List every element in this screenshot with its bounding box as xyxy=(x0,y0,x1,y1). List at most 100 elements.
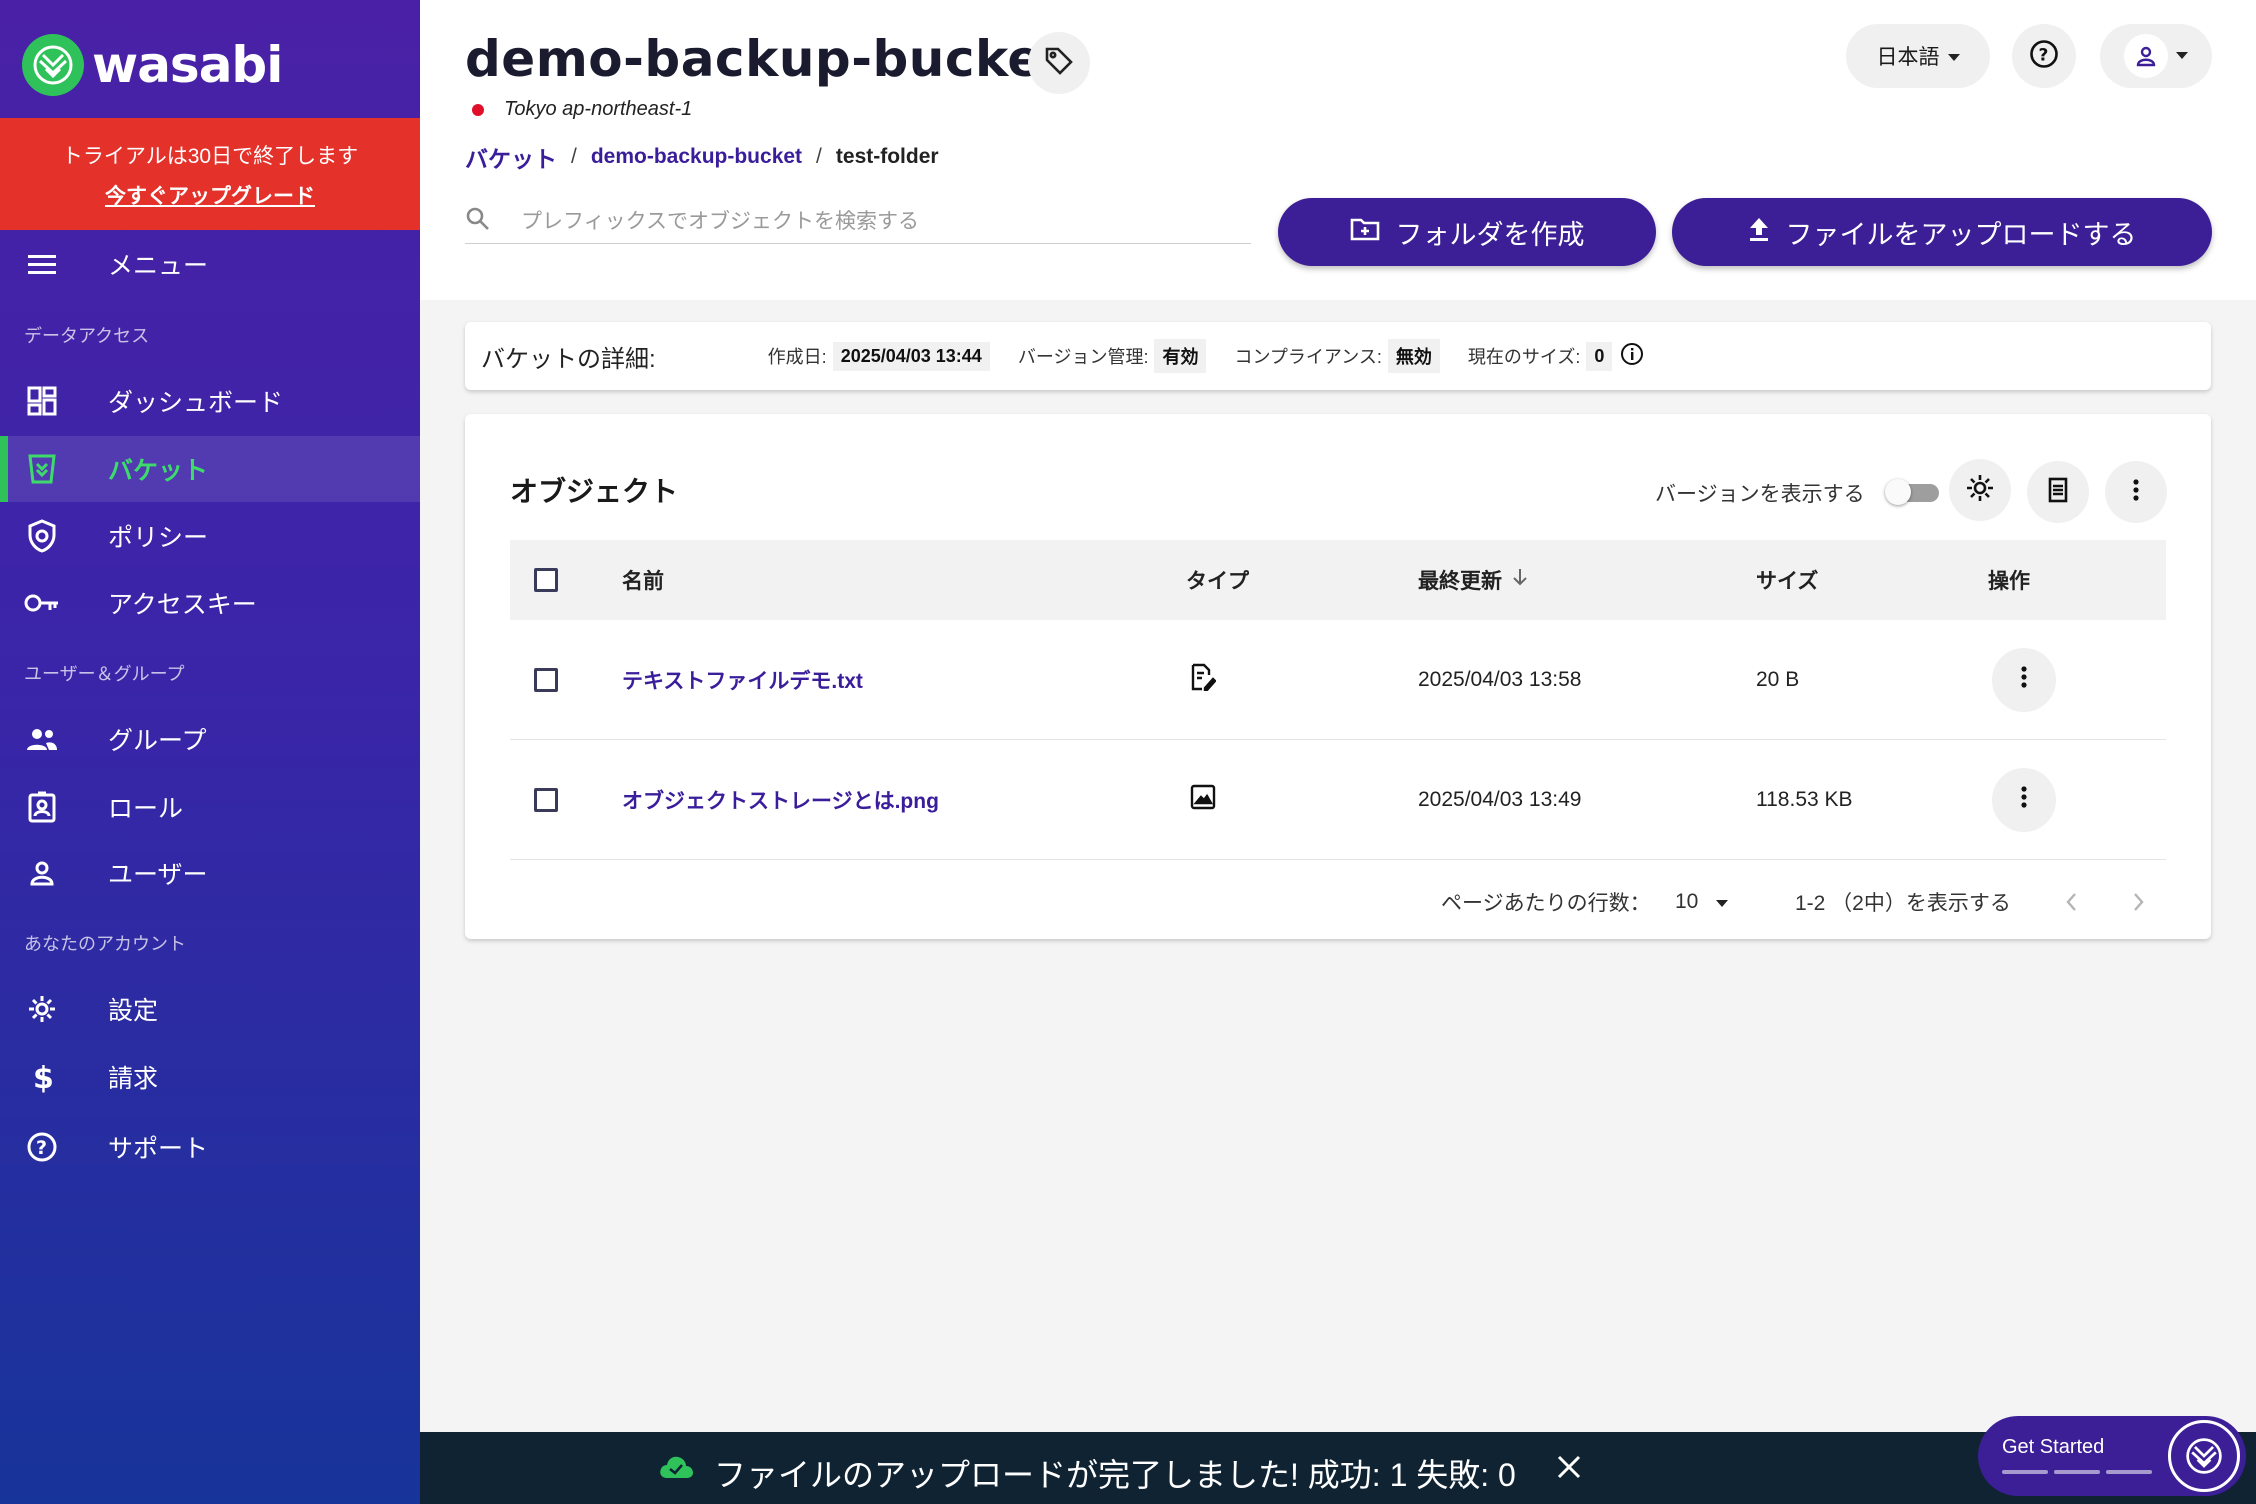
tag-button[interactable] xyxy=(1028,32,1090,94)
more-vertical-icon xyxy=(2133,478,2139,507)
sidebar-item-roles[interactable]: ロール xyxy=(0,774,420,840)
caret-down-icon xyxy=(1716,890,1729,914)
more-vertical-icon xyxy=(2021,665,2027,695)
sidebar-item-label: ポリシー xyxy=(108,524,209,552)
density-button[interactable] xyxy=(2027,461,2089,523)
file-name-link[interactable]: オブジェクトストレージとは.png xyxy=(622,785,939,815)
rows-per-page-value: 10 xyxy=(1675,890,1699,913)
shield-icon xyxy=(24,518,60,554)
row-actions-button[interactable] xyxy=(1992,647,2056,712)
meta-versioning: バージョン管理: 有効 xyxy=(1018,339,1207,373)
meta-compliance: コンプライアンス: 無効 xyxy=(1234,339,1440,373)
row-checkbox[interactable] xyxy=(534,787,558,812)
sidebar-item-settings[interactable]: 設定 xyxy=(0,976,420,1042)
wasabi-logo[interactable]: wasabi xyxy=(22,30,283,100)
svg-text:?: ? xyxy=(2039,45,2049,65)
sidebar-item-buckets[interactable]: バケット xyxy=(0,436,420,502)
sidebar-item-billing[interactable]: $ 請求 xyxy=(0,1044,420,1110)
user-menu-button[interactable] xyxy=(2100,24,2212,88)
upgrade-link[interactable]: 今すぐアップグレード xyxy=(0,180,420,210)
created-label: 作成日: xyxy=(767,347,827,367)
folder-plus-icon xyxy=(1350,217,1396,248)
show-versions-toggle[interactable] xyxy=(1885,479,1939,505)
language-selector[interactable]: 日本語 xyxy=(1846,24,1990,88)
japan-flag-icon xyxy=(472,103,484,116)
objects-table: 名前 タイプ 最終更新 サイズ 操作 テキストファイルデモ.txt 2025/0… xyxy=(510,540,2166,860)
sidebar-item-label: ロール xyxy=(108,795,184,823)
sidebar-item-support[interactable]: ? サポート xyxy=(0,1114,420,1180)
cloud-check-icon xyxy=(658,1454,694,1485)
create-folder-label: フォルダを作成 xyxy=(1395,219,1585,250)
size-label: 現在のサイズ: xyxy=(1467,347,1581,367)
gear-icon xyxy=(1965,473,1995,508)
row-checkbox[interactable] xyxy=(534,667,558,692)
breadcrumb-separator: / xyxy=(816,145,822,168)
compliance-value: 無効 xyxy=(1387,339,1440,373)
menu-toggle[interactable]: メニュー xyxy=(0,238,420,290)
search-input[interactable] xyxy=(521,209,1201,234)
table-row: オブジェクトストレージとは.png 2025/04/03 13:49 118.5… xyxy=(510,740,2166,860)
sidebar-item-label: 請求 xyxy=(108,1065,159,1093)
objects-panel: オブジェクト バージョンを表示する 名前 タイプ 最終更新 サイズ 操作 テキス… xyxy=(465,414,2211,939)
breadcrumb-separator: / xyxy=(571,145,577,168)
chevron-left-icon xyxy=(2066,893,2076,911)
create-folder-button[interactable]: フォルダを作成 xyxy=(1278,198,1656,266)
more-options-button[interactable] xyxy=(2105,461,2167,523)
hamburger-icon xyxy=(24,246,60,282)
help-button[interactable]: ? xyxy=(2012,24,2076,88)
sidebar-item-users[interactable]: ユーザー xyxy=(0,840,420,906)
rows-per-page-select[interactable]: 10 xyxy=(1675,890,1729,914)
sidebar-item-dashboard[interactable]: ダッシュボード xyxy=(0,368,420,434)
column-name[interactable]: 名前 xyxy=(622,565,664,595)
toggle-thumb xyxy=(1885,479,1911,505)
region-label: Tokyo ap-northeast-1 xyxy=(504,98,693,120)
close-icon[interactable] xyxy=(1552,1450,1586,1489)
select-all-checkbox[interactable] xyxy=(534,568,558,592)
search-icon xyxy=(465,206,491,237)
arrow-down-icon xyxy=(1512,567,1528,593)
list-view-icon xyxy=(2047,477,2069,508)
get-started-widget[interactable]: Get Started xyxy=(1978,1416,2246,1496)
column-size[interactable]: サイズ xyxy=(1756,565,1818,595)
settings-button[interactable] xyxy=(1949,459,2011,521)
sidebar-item-groups[interactable]: グループ xyxy=(0,706,420,772)
column-type[interactable]: タイプ xyxy=(1186,565,1249,595)
progress-segment xyxy=(2106,1470,2152,1474)
prev-page-button[interactable] xyxy=(2065,892,2077,912)
avatar xyxy=(2124,34,2168,78)
search-box xyxy=(465,200,1251,244)
main-content: demo-backup-bucket Tokyo ap-northeast-1 … xyxy=(420,0,2256,1504)
sidebar-item-access-keys[interactable]: アクセスキー xyxy=(0,570,420,636)
upload-file-label: ファイルをアップロードする xyxy=(1785,219,2137,250)
caret-down-icon xyxy=(1947,44,1960,68)
file-size: 118.53 KB xyxy=(1756,787,1853,811)
breadcrumb-current: test-folder xyxy=(835,145,939,168)
page-range: 1-2 （2中）を表示する xyxy=(1795,892,2011,915)
table-row: テキストファイルデモ.txt 2025/04/03 13:58 20 B xyxy=(510,620,2166,740)
sidebar-item-label: ユーザー xyxy=(108,861,208,889)
column-modified[interactable]: 最終更新 xyxy=(1418,565,1528,595)
breadcrumb-bucket[interactable]: demo-backup-bucket xyxy=(591,145,802,169)
next-page-button[interactable] xyxy=(2133,892,2145,912)
breadcrumb: バケット / demo-backup-bucket / test-folder xyxy=(465,140,939,174)
image-file-icon xyxy=(1190,784,1216,816)
breadcrumb-buckets[interactable]: バケット xyxy=(465,140,557,174)
get-started-label: Get Started xyxy=(2002,1436,2105,1458)
page-header: demo-backup-bucket Tokyo ap-northeast-1 … xyxy=(420,0,2256,300)
get-started-progress xyxy=(2002,1470,2152,1474)
column-modified-label: 最終更新 xyxy=(1418,570,1502,593)
sidebar-item-policies[interactable]: ポリシー xyxy=(0,503,420,569)
section-data-access: データアクセス xyxy=(24,326,150,346)
sidebar: wasabi トライアルは30日で終了します 今すぐアップグレード メニュー デ… xyxy=(0,0,420,1504)
tag-icon xyxy=(1044,46,1074,81)
upload-file-button[interactable]: ファイルをアップロードする xyxy=(1672,198,2212,266)
info-icon[interactable] xyxy=(1620,342,1644,371)
row-actions-button[interactable] xyxy=(1992,767,2056,832)
show-versions-label: バージョンを表示する xyxy=(1655,483,1865,506)
versioning-value: 有効 xyxy=(1154,339,1207,373)
rows-per-page-label: ページあたりの行数： xyxy=(1441,892,1651,915)
brand-name: wasabi xyxy=(92,36,283,94)
badge-icon xyxy=(24,789,60,825)
section-users-groups: ユーザー＆グループ xyxy=(24,664,185,684)
file-name-link[interactable]: テキストファイルデモ.txt xyxy=(622,665,863,695)
